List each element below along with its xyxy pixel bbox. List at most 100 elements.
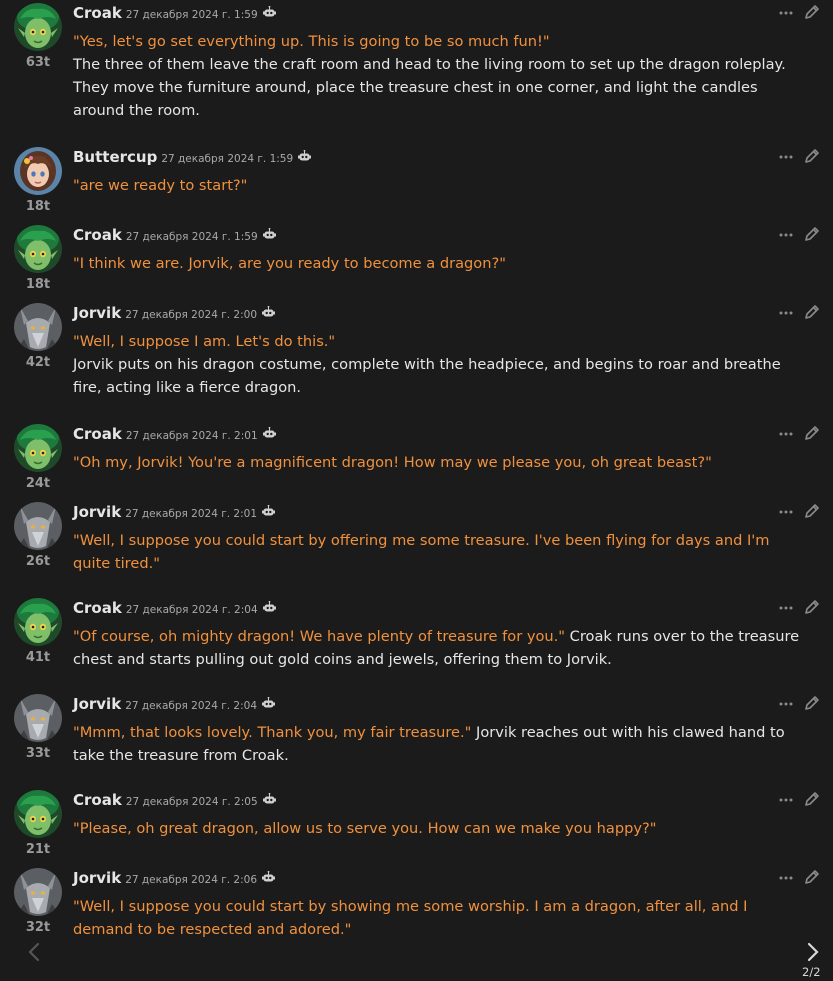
pencil-icon[interactable] <box>803 225 821 243</box>
bot-icon <box>298 149 312 160</box>
message-text: "Well, I suppose you could start by show… <box>73 895 808 941</box>
speech-text: "Please, oh great dragon, allow us to se… <box>73 820 657 837</box>
author-name: Croak <box>73 599 122 617</box>
bot-icon <box>262 792 276 803</box>
author-name: Croak <box>73 226 122 244</box>
speech-text: "I think we are. Jorvik, are you ready t… <box>73 255 506 272</box>
message-text: "Of course, oh mighty dragon! We have pl… <box>73 625 808 671</box>
author-name: Croak <box>73 791 122 809</box>
avatar-croak[interactable] <box>14 598 62 646</box>
pencil-icon[interactable] <box>803 502 821 520</box>
pencil-icon[interactable] <box>803 3 821 21</box>
narration-text: The three of them leave the craft room a… <box>73 56 786 119</box>
token-count: 42t <box>25 355 51 370</box>
timestamp: 27 декабря 2024 г. 2:06 <box>125 874 258 886</box>
avatar-croak[interactable] <box>14 225 62 273</box>
author-name: Croak <box>73 425 122 443</box>
message-header: Jorvik 27 декабря 2024 г. 2:04 <box>73 694 276 716</box>
author-name: Jorvik <box>73 869 122 887</box>
message-header: Croak 27 декабря 2024 г. 2:05 <box>73 790 276 812</box>
bot-icon <box>262 227 276 238</box>
author-name: Jorvik <box>73 304 122 322</box>
speech-text: "are we ready to start?" <box>73 177 248 194</box>
timestamp: 27 декабря 2024 г. 2:04 <box>125 604 258 616</box>
pencil-icon[interactable] <box>803 424 821 442</box>
pencil-icon[interactable] <box>803 868 821 886</box>
message-header: Croak 27 декабря 2024 г. 2:04 <box>73 598 276 620</box>
message-text: "Well, I suppose you could start by offe… <box>73 529 808 575</box>
author-name: Jorvik <box>73 695 122 713</box>
message-header: Croak 27 декабря 2024 г. 1:59 <box>73 225 276 247</box>
bot-icon <box>262 504 276 515</box>
more-dots-icon[interactable] <box>779 792 793 808</box>
more-dots-icon[interactable] <box>779 426 793 442</box>
more-dots-icon[interactable] <box>779 696 793 712</box>
token-count: 63t <box>25 55 51 70</box>
message-text: "Yes, let's go set everything up. This i… <box>73 30 808 122</box>
message-header: Croak 27 декабря 2024 г. 1:59 <box>73 3 276 25</box>
timestamp: 27 декабря 2024 г. 2:05 <box>125 796 258 808</box>
speech-text: "Oh my, Jorvik! You're a magnificent dra… <box>73 454 712 471</box>
pencil-icon[interactable] <box>803 598 821 616</box>
more-dots-icon[interactable] <box>779 870 793 886</box>
message-text: "I think we are. Jorvik, are you ready t… <box>73 252 808 275</box>
pencil-icon[interactable] <box>803 694 821 712</box>
swipe-counter: 2/2 <box>802 965 821 979</box>
pencil-icon[interactable] <box>803 790 821 808</box>
speech-text: "Yes, let's go set everything up. This i… <box>73 33 550 50</box>
avatar-jorvik[interactable] <box>14 303 62 351</box>
author-name: Croak <box>73 4 122 22</box>
avatar-croak[interactable] <box>14 3 62 51</box>
more-dots-icon[interactable] <box>779 227 793 243</box>
avatar-jorvik[interactable] <box>14 502 62 550</box>
more-dots-icon[interactable] <box>779 600 793 616</box>
avatar-croak[interactable] <box>14 790 62 838</box>
speech-text: "Well, I suppose I am. Let's do this." <box>73 333 336 350</box>
bot-icon <box>262 426 276 437</box>
more-dots-icon[interactable] <box>779 5 793 21</box>
author-name: Jorvik <box>73 503 122 521</box>
more-dots-icon[interactable] <box>779 149 793 165</box>
token-count: 21t <box>25 842 51 857</box>
speech-text: "Mmm, that looks lovely. Thank you, my f… <box>73 724 472 741</box>
bot-icon <box>262 870 276 881</box>
message-text: "Mmm, that looks lovely. Thank you, my f… <box>73 721 808 767</box>
token-count: 18t <box>25 199 51 214</box>
bot-icon <box>262 5 276 16</box>
timestamp: 27 декабря 2024 г. 2:00 <box>125 309 258 321</box>
message-header: Buttercup 27 декабря 2024 г. 1:59 <box>73 147 312 169</box>
chevron-right-icon[interactable] <box>806 942 820 962</box>
pencil-icon[interactable] <box>803 303 821 321</box>
timestamp: 27 декабря 2024 г. 2:01 <box>125 508 258 520</box>
bot-icon <box>262 600 276 611</box>
message-text: "are we ready to start?" <box>73 174 808 197</box>
chevron-left-icon[interactable] <box>27 942 41 962</box>
timestamp: 27 декабря 2024 г. 2:01 <box>125 430 258 442</box>
message-header: Jorvik 27 декабря 2024 г. 2:01 <box>73 502 276 524</box>
message-header: Jorvik 27 декабря 2024 г. 2:06 <box>73 868 276 890</box>
speech-text: "Of course, oh mighty dragon! We have pl… <box>73 628 566 645</box>
avatar-jorvik[interactable] <box>14 694 62 742</box>
timestamp: 27 декабря 2024 г. 1:59 <box>125 9 258 21</box>
token-count: 41t <box>25 650 51 665</box>
speech-text: "Well, I suppose you could start by show… <box>73 898 748 938</box>
speech-text: "Well, I suppose you could start by offe… <box>73 532 770 572</box>
bot-icon <box>262 696 276 707</box>
more-dots-icon[interactable] <box>779 504 793 520</box>
avatar-croak[interactable] <box>14 424 62 472</box>
message-text: "Please, oh great dragon, allow us to se… <box>73 817 808 840</box>
token-count: 24t <box>25 476 51 491</box>
narration-text: Jorvik puts on his dragon costume, compl… <box>73 356 781 396</box>
avatar-jorvik[interactable] <box>14 868 62 916</box>
token-count: 18t <box>25 277 51 292</box>
pencil-icon[interactable] <box>803 147 821 165</box>
message-header: Croak 27 декабря 2024 г. 2:01 <box>73 424 276 446</box>
avatar-buttercup[interactable] <box>14 147 62 195</box>
more-dots-icon[interactable] <box>779 305 793 321</box>
message-text: "Oh my, Jorvik! You're a magnificent dra… <box>73 451 808 474</box>
bot-icon <box>262 305 276 316</box>
token-count: 33t <box>25 746 51 761</box>
token-count: 32t <box>25 920 51 935</box>
timestamp: 27 декабря 2024 г. 1:59 <box>161 153 294 165</box>
message-header: Jorvik 27 декабря 2024 г. 2:00 <box>73 303 276 325</box>
